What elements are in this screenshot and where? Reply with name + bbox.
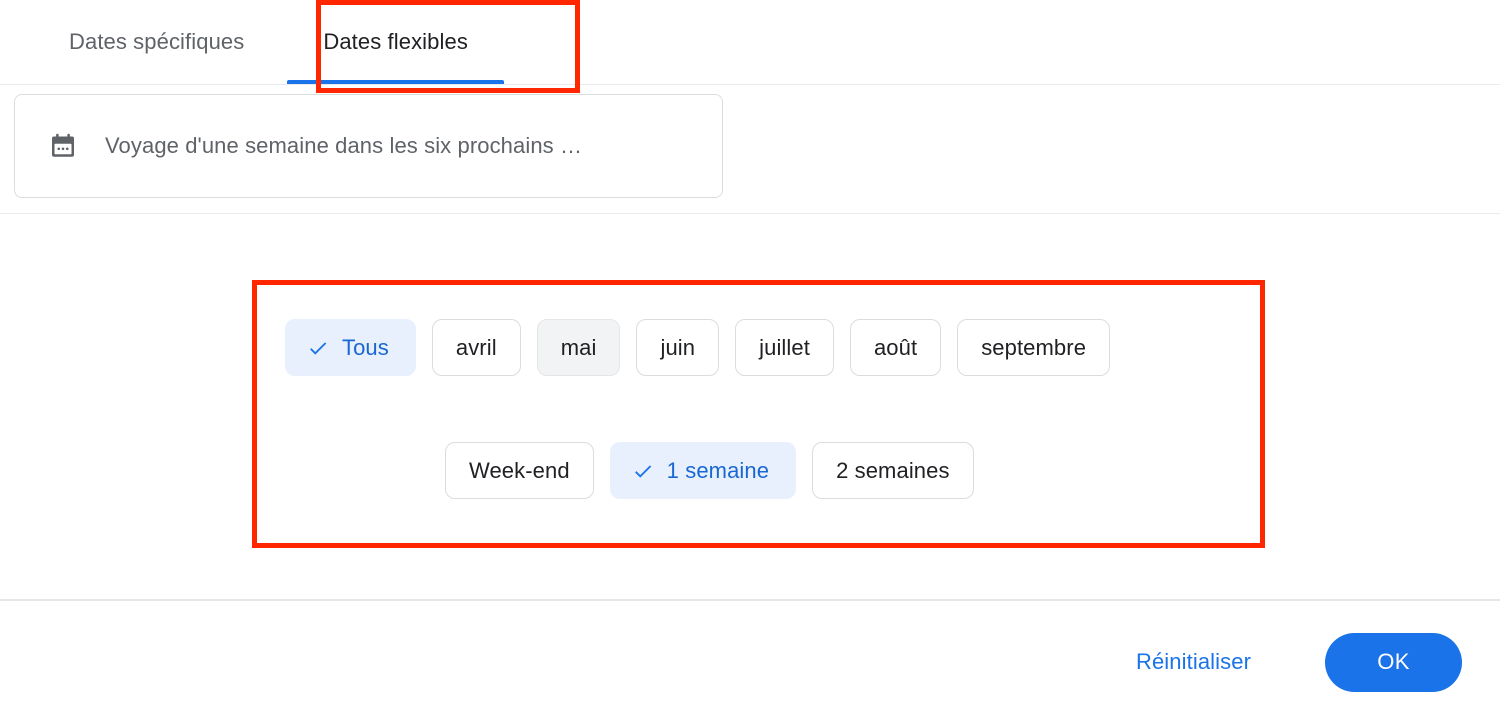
chip-label: Week-end [469,457,570,483]
month-chip-aout[interactable]: août [849,319,942,376]
chip-label: juillet [759,334,810,360]
calendar-icon [52,133,74,157]
month-chip-juillet[interactable]: juillet [735,319,834,376]
month-chip-juin[interactable]: juin [636,319,720,376]
chip-label: septembre [981,334,1087,360]
tab-dates-flexibles[interactable]: Dates flexibles [273,0,518,84]
month-chip-group: Tous avril mai juin juillet août septemb… [285,319,1111,376]
check-icon [310,341,327,355]
duration-chip-week-end[interactable]: Week-end [445,442,594,499]
flexible-dates-input[interactable]: Voyage d'une semaine dans les six procha… [14,94,723,198]
chip-label: août [873,334,918,360]
chip-label: avril [455,334,497,360]
month-chip-tous[interactable]: Tous [285,319,416,376]
tab-label: Dates spécifiques [69,29,245,54]
check-icon [634,464,651,478]
flexible-dates-value: Voyage d'une semaine dans les six procha… [105,133,583,158]
month-chip-mai[interactable]: mai [536,319,621,376]
month-chip-septembre[interactable]: septembre [957,319,1111,376]
chip-label: 1 semaine [666,457,770,483]
chip-label: 2 semaines [836,457,950,483]
flexible-dates-field-zone: Voyage d'une semaine dans les six procha… [0,85,1500,213]
duration-chip-group: Week-end 1 semaine 2 semaines [445,442,974,499]
duration-chip-2-semaines[interactable]: 2 semaines [812,442,974,499]
reset-button[interactable]: Réinitialiser [1136,649,1251,675]
ok-button[interactable]: OK [1325,632,1462,692]
tab-dates-specifiques[interactable]: Dates spécifiques [40,0,273,84]
chip-label: juin [660,334,696,360]
duration-chip-1-semaine[interactable]: 1 semaine [609,442,797,499]
options-zone: Tous avril mai juin juillet août septemb… [0,214,1500,599]
dialog-footer: Réinitialiser OK [0,601,1500,723]
active-tab-underline [287,80,504,84]
tab-label: Dates flexibles [323,29,468,54]
tab-bar: Dates spécifiques Dates flexibles [0,0,1500,84]
month-chip-avril[interactable]: avril [431,319,521,376]
chip-label: mai [560,334,597,360]
chip-label: Tous [342,334,389,360]
